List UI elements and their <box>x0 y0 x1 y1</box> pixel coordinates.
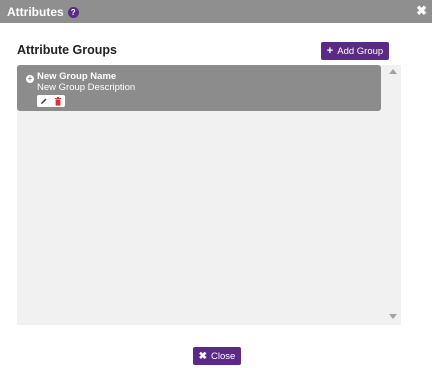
section-title: Attribute Groups <box>17 43 117 57</box>
scroll-down-arrow-icon[interactable] <box>389 314 397 319</box>
plus-circle-icon[interactable]: + <box>26 75 34 83</box>
close-dialog-icon[interactable]: ✖ <box>416 4 427 18</box>
close-button[interactable]: ✖ Close <box>193 347 241 365</box>
group-name: New Group Name <box>37 71 117 82</box>
trash-icon[interactable] <box>53 96 63 106</box>
vertical-scrollbar[interactable] <box>384 65 401 325</box>
dialog-title: Attributes <box>7 4 64 19</box>
help-icon[interactable]: ? <box>67 6 79 18</box>
dialog-titlebar: Attributes ? ✖ <box>0 0 432 23</box>
pencil-icon[interactable] <box>39 96 49 106</box>
plus-icon: + <box>326 45 334 57</box>
close-label: Close <box>211 350 236 362</box>
group-actions <box>37 95 65 107</box>
close-icon: ✖ <box>198 350 208 362</box>
scroll-up-arrow-icon[interactable] <box>389 69 397 74</box>
add-group-button[interactable]: + Add Group <box>321 42 389 60</box>
add-group-label: Add Group <box>337 45 384 57</box>
group-card[interactable]: + New Group Name New Group Description <box>17 65 381 111</box>
group-description: New Group Description <box>37 82 136 93</box>
attribute-group-list: + New Group Name New Group Description <box>17 65 401 325</box>
